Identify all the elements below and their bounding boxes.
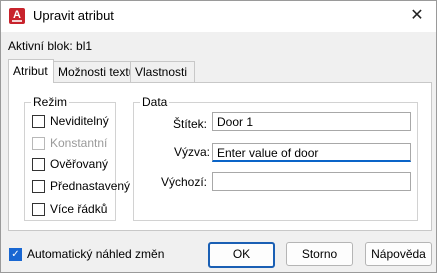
- attribute-tab-panel: Režim Neviditelný Konstantní Ověřovaný P…: [8, 82, 432, 231]
- multiline-checkbox[interactable]: [32, 202, 45, 216]
- invisible-option[interactable]: Neviditelný: [32, 113, 109, 129]
- preset-label: Přednastavený: [50, 179, 131, 193]
- constant-label: Konstantní: [50, 136, 108, 150]
- verify-checkbox[interactable]: [32, 157, 45, 171]
- invisible-label: Neviditelný: [50, 114, 109, 128]
- constant-checkbox: [32, 136, 45, 150]
- tag-label: Štítek:: [173, 117, 208, 131]
- verify-label: Ověřovaný: [50, 157, 109, 171]
- tag-input[interactable]: Door 1: [212, 112, 411, 131]
- data-legend: Data: [142, 95, 168, 109]
- cancel-button[interactable]: Storno: [286, 242, 353, 266]
- window-title: Upravit atribut: [33, 8, 114, 23]
- multiline-label: Více řádků: [50, 202, 108, 216]
- default-label: Výchozí:: [161, 175, 208, 189]
- tab-properties[interactable]: Vlastnosti: [130, 61, 195, 82]
- preset-checkbox[interactable]: [32, 179, 45, 193]
- edit-attribute-dialog: A Upravit atribut ✕ Aktivní blok: bl1 At…: [0, 0, 437, 273]
- preset-option[interactable]: Přednastavený: [32, 178, 130, 194]
- title-bar: A Upravit atribut ✕: [1, 1, 436, 32]
- help-button[interactable]: Nápověda: [365, 242, 432, 266]
- close-icon[interactable]: ✕: [406, 6, 428, 26]
- constant-option: Konstantní: [32, 135, 107, 151]
- prompt-input[interactable]: Enter value of door: [212, 143, 411, 162]
- checkmark-icon[interactable]: ✓: [9, 247, 22, 261]
- default-input[interactable]: [212, 172, 411, 191]
- prompt-label: Výzva:: [174, 145, 211, 159]
- ok-button[interactable]: OK: [208, 242, 275, 268]
- autocad-icon: A: [9, 8, 25, 24]
- active-block-label: Aktivní blok: bl1: [8, 39, 93, 53]
- auto-preview-label: Automatický náhled změn: [27, 247, 165, 261]
- mode-legend: Režim: [33, 95, 68, 109]
- auto-preview-option[interactable]: ✓ Automatický náhled změn: [9, 247, 164, 261]
- verify-option[interactable]: Ověřovaný: [32, 156, 108, 172]
- invisible-checkbox[interactable]: [32, 114, 45, 128]
- tab-attribute[interactable]: Atribut: [8, 59, 54, 83]
- multiline-option[interactable]: Více řádků: [32, 201, 107, 217]
